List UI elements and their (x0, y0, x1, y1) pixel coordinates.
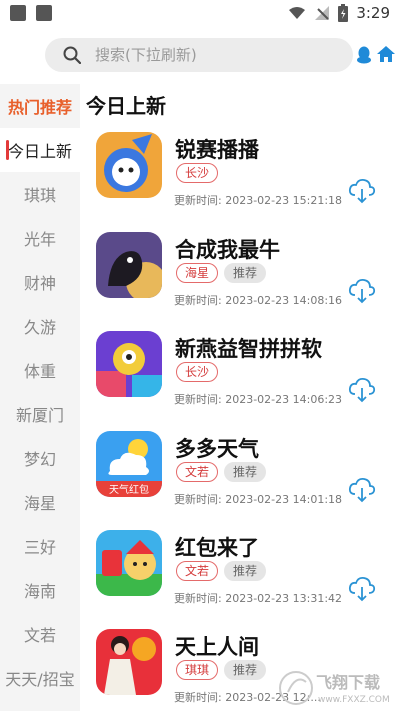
sidebar-item-qiqi[interactable]: 琪琪 (0, 172, 80, 216)
tag-group: 琪琪 推荐 (176, 660, 267, 680)
section-title: 今日上新 (86, 94, 166, 118)
region-tag: 文若 (176, 561, 219, 581)
sidebar-item-tizhong[interactable]: 体重 (0, 348, 80, 392)
sidebar-item-caishen[interactable]: 财神 (0, 260, 80, 304)
recommend-tag: 推荐 (224, 660, 267, 680)
app-item[interactable]: 锐赛播播 长沙 更新时间: 2023-02-23 15:21:18 (80, 132, 400, 231)
app-icon-hecheng (96, 232, 162, 298)
tag-group: 长沙 (176, 163, 219, 183)
app-icon-xinyan (96, 331, 162, 397)
app-name: 合成我最牛 (175, 238, 280, 262)
update-time: 更新时间: 2023-02-23 14:06:23 (174, 393, 343, 406)
update-time: 更新时间: 2023-02-23 14:01:18 (174, 493, 343, 506)
app-name: 天上人间 (175, 635, 259, 659)
sidebar-item-guangnian[interactable]: 光年 (0, 216, 80, 260)
sidebar-item-jiuyou[interactable]: 久游 (0, 304, 80, 348)
sidebar-item-wenruo[interactable]: 文若 (0, 612, 80, 656)
sidebar-item-tiantian[interactable]: 天天/招宝 (0, 656, 80, 700)
sidebar-item-hainan[interactable]: 海南 (0, 568, 80, 612)
search-row (0, 28, 400, 84)
sidebar-item-haixing[interactable]: 海星 (0, 480, 80, 524)
tag-group: 长沙 (176, 362, 219, 382)
tag-group: 文若 推荐 (176, 561, 267, 581)
app-name: 锐赛播播 (175, 138, 259, 162)
app-name: 红包来了 (175, 536, 259, 560)
recommend-tag: 推荐 (224, 263, 267, 283)
app-icon-tianshang (96, 629, 162, 695)
recommend-tag: 推荐 (224, 561, 267, 581)
app-item[interactable]: 新燕益智拼拼软 长沙 更新时间: 2023-02-23 14:06:23 (80, 331, 400, 430)
sidebar-item-hot[interactable]: 热门推荐 (0, 84, 80, 128)
app-name: 新燕益智拼拼软 (175, 337, 322, 361)
gallery-icon (36, 5, 52, 21)
search-icon (63, 46, 81, 64)
app-item[interactable]: 天气红包 多多天气 文若 推荐 更新时间: 2023-02-23 14:01:1… (80, 431, 400, 530)
qq-icon[interactable] (356, 46, 372, 64)
search-input[interactable] (95, 38, 345, 72)
app-icon-hongbao (96, 530, 162, 596)
watermark-logo: 飞翔下载 www.FXXZ.COM (278, 668, 398, 708)
app-item[interactable]: 红包来了 文若 推荐 更新时间: 2023-02-23 13:31:42 (80, 530, 400, 629)
clock: 3:29 (356, 4, 390, 22)
sidebar-item-sanhao[interactable]: 三好 (0, 524, 80, 568)
svg-text:www.FXXZ.COM: www.FXXZ.COM (318, 695, 390, 705)
search-bar[interactable] (45, 38, 353, 72)
region-tag: 海星 (176, 263, 219, 283)
app-list-panel: 今日上新 锐赛播播 长沙 更新时间: 2023-02-23 15:21:18 合… (80, 84, 400, 711)
download-icon[interactable] (348, 576, 376, 602)
recommend-tag: 推荐 (224, 462, 267, 482)
icon-caption: 天气红包 (109, 483, 149, 496)
download-icon[interactable] (348, 377, 376, 403)
svg-text:飞翔下载: 飞翔下载 (316, 673, 380, 692)
update-time: 更新时间: 2023-02-23 13:31:42 (174, 592, 343, 605)
app-icon-ruisai (96, 132, 162, 198)
notification-icon (10, 5, 26, 21)
category-sidebar: 热门推荐 今日上新 琪琪 光年 财神 久游 体重 新厦门 梦幻 海星 三好 海南… (0, 84, 80, 711)
region-tag: 长沙 (176, 362, 219, 382)
wifi-icon (289, 7, 306, 19)
download-icon[interactable] (348, 278, 376, 304)
download-icon[interactable] (348, 477, 376, 503)
region-tag: 琪琪 (176, 660, 219, 680)
sidebar-item-menghuan[interactable]: 梦幻 (0, 436, 80, 480)
update-time: 更新时间: 2023-02-23 15:21:18 (174, 194, 343, 207)
status-bar: 3:29 (0, 0, 400, 28)
region-tag: 长沙 (176, 163, 219, 183)
tag-group: 文若 推荐 (176, 462, 267, 482)
app-icon-duoduo-weather: 天气红包 (96, 431, 162, 497)
update-time: 更新时间: 2023-02-23 14:08:16 (174, 294, 343, 307)
home-icon[interactable] (376, 44, 396, 64)
download-icon[interactable] (348, 178, 376, 204)
sidebar-item-new-today[interactable]: 今日上新 (0, 128, 80, 172)
tag-group: 海星 推荐 (176, 263, 267, 283)
battery-icon (338, 4, 349, 22)
region-tag: 文若 (176, 462, 219, 482)
app-name: 多多天气 (175, 437, 259, 461)
no-signal-icon (315, 6, 330, 20)
sidebar-item-xinxiamen[interactable]: 新厦门 (0, 392, 80, 436)
app-item[interactable]: 合成我最牛 海星 推荐 更新时间: 2023-02-23 14:08:16 (80, 232, 400, 331)
